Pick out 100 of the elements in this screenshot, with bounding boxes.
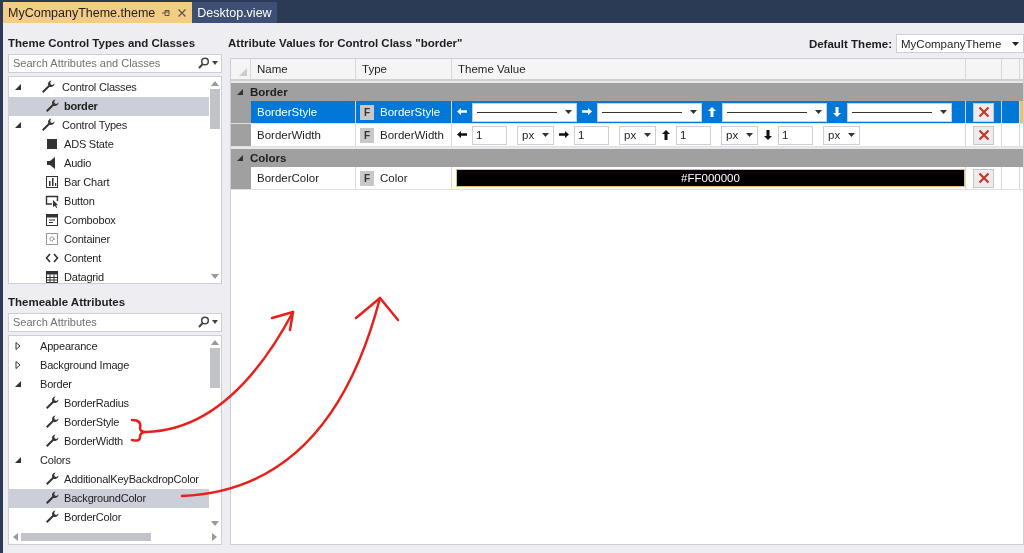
expanded-arrow-icon bbox=[236, 154, 244, 162]
caret-icon bbox=[565, 110, 572, 114]
delete-button[interactable] bbox=[973, 125, 994, 145]
wrench-icon bbox=[44, 509, 60, 526]
tree-item[interactable]: AdditionalKeyBackdropColor bbox=[9, 469, 209, 489]
unit-dropdown[interactable]: px bbox=[823, 125, 860, 145]
number-field[interactable]: 1 bbox=[472, 125, 507, 145]
scroll-thumb[interactable] bbox=[21, 533, 151, 541]
search-icon bbox=[198, 56, 209, 69]
tree-item[interactable]: BorderWidth bbox=[9, 431, 209, 451]
expanded-arrow-icon bbox=[14, 380, 22, 389]
caret-icon bbox=[212, 60, 218, 65]
color-swatch[interactable]: #FF000000 bbox=[456, 169, 965, 187]
cursor-box-icon bbox=[44, 193, 60, 210]
caret-icon bbox=[815, 110, 822, 114]
tree-item[interactable]: Background Image bbox=[9, 355, 209, 375]
tree-item[interactable]: Bar Chart bbox=[9, 172, 209, 192]
left-arrow-icon bbox=[457, 130, 467, 140]
table-icon bbox=[44, 269, 60, 283]
scroll-right-icon bbox=[212, 533, 217, 541]
table-cell: BorderWidth bbox=[251, 124, 356, 146]
tree-item[interactable]: border bbox=[9, 96, 209, 116]
tree-item[interactable]: Border bbox=[9, 374, 209, 394]
tree-item[interactable]: ADS State bbox=[9, 134, 209, 154]
tree-item[interactable]: BorderRadius bbox=[9, 393, 209, 413]
wrench-icon bbox=[44, 395, 60, 412]
right-arrow-icon bbox=[559, 130, 569, 140]
caret-icon bbox=[1012, 41, 1019, 46]
column-header[interactable]: Name bbox=[251, 59, 356, 79]
theme-dropdown[interactable]: MyCompanyTheme bbox=[896, 34, 1024, 53]
collapsed-arrow-icon bbox=[14, 361, 22, 370]
unit-dropdown[interactable]: px bbox=[721, 125, 758, 145]
tree-item[interactable]: Combobox bbox=[9, 210, 209, 230]
delete-button[interactable] bbox=[973, 168, 994, 188]
tree-item[interactable]: Content bbox=[9, 248, 209, 268]
caret-icon bbox=[848, 133, 855, 137]
tree-item[interactable]: Control Types bbox=[9, 115, 209, 135]
close-icon bbox=[177, 7, 188, 18]
expanded-arrow-icon bbox=[14, 121, 22, 130]
wrench-icon bbox=[44, 490, 60, 507]
unit-dropdown[interactable]: px bbox=[619, 125, 656, 145]
grid-row[interactable]: BorderColor F Color #FF000000 bbox=[231, 167, 1023, 190]
group-row[interactable]: Border bbox=[231, 81, 1023, 101]
type-badge: F bbox=[360, 104, 374, 120]
unit-dropdown[interactable]: px bbox=[517, 125, 554, 145]
tree-item[interactable]: Control Classes bbox=[9, 77, 209, 97]
line-style-dropdown[interactable] bbox=[472, 102, 577, 122]
group-row[interactable]: Colors bbox=[231, 147, 1023, 167]
tree-item[interactable]: Audio bbox=[9, 153, 209, 173]
up-arrow-icon bbox=[707, 107, 717, 117]
tab[interactable]: Desktop.view bbox=[192, 2, 277, 23]
type-badge: F bbox=[360, 127, 374, 143]
table-cell: BorderWidth bbox=[380, 129, 444, 141]
column-header[interactable]: Type bbox=[356, 59, 452, 79]
search-field[interactable]: Search Attributes and Classes bbox=[8, 53, 222, 73]
panel-title: Attribute Values for Control Class "border" bbox=[228, 36, 463, 51]
corner-icon bbox=[239, 68, 247, 76]
column-header[interactable]: Theme Value bbox=[452, 59, 966, 79]
tree-item[interactable]: BorderStyle bbox=[9, 412, 209, 432]
caret-icon bbox=[644, 133, 651, 137]
close-icon bbox=[977, 106, 990, 118]
search-icon bbox=[198, 315, 209, 328]
caret-icon bbox=[940, 110, 947, 114]
line-style-dropdown[interactable] bbox=[847, 102, 952, 122]
scroll-thumb[interactable] bbox=[210, 347, 220, 388]
left-arrow-icon bbox=[457, 107, 467, 117]
delete-button[interactable] bbox=[973, 102, 994, 122]
wrench-icon bbox=[44, 433, 60, 450]
field-label: Default Theme: bbox=[808, 37, 892, 50]
tree-item[interactable]: BackgroundColor bbox=[9, 488, 209, 508]
line-style-dropdown[interactable] bbox=[722, 102, 827, 122]
scroll-down-icon bbox=[211, 521, 219, 526]
tab[interactable]: MyCompanyTheme.theme bbox=[3, 2, 193, 23]
scroll-up-icon bbox=[211, 80, 219, 86]
caret-icon bbox=[542, 133, 549, 137]
wrench-icon bbox=[44, 98, 60, 115]
tree-item[interactable]: Appearance bbox=[9, 336, 209, 356]
down-arrow-icon bbox=[763, 130, 773, 140]
tree-item[interactable]: Container bbox=[9, 229, 209, 249]
scroll-left-icon bbox=[13, 533, 18, 541]
grid-row[interactable]: BorderWidth F BorderWidth 1 px 1 px 1 px 1 px bbox=[231, 124, 1023, 147]
number-field[interactable]: 1 bbox=[574, 125, 609, 145]
tree-item[interactable]: Datagrid bbox=[9, 267, 209, 283]
tree-item[interactable]: Colors bbox=[9, 450, 209, 470]
pin-icon bbox=[161, 7, 172, 18]
scroll-thumb[interactable] bbox=[210, 88, 220, 129]
collapsed-arrow-icon bbox=[14, 342, 22, 351]
table-cell: BorderColor bbox=[251, 167, 356, 189]
number-field[interactable]: 1 bbox=[676, 125, 711, 145]
panel-title: Themeable Attributes bbox=[8, 294, 127, 310]
down-arrow-icon bbox=[832, 107, 842, 117]
bar-chart-icon bbox=[44, 174, 60, 191]
number-field[interactable]: 1 bbox=[778, 125, 813, 145]
tree-item[interactable]: Button bbox=[9, 191, 209, 211]
close-icon bbox=[977, 129, 990, 141]
line-style-dropdown[interactable] bbox=[597, 102, 702, 122]
up-arrow-icon bbox=[661, 130, 671, 140]
tree-item[interactable]: BorderColor bbox=[9, 507, 209, 527]
search-field[interactable]: Search Attributes bbox=[8, 312, 222, 332]
expanded-arrow-icon bbox=[14, 83, 22, 92]
